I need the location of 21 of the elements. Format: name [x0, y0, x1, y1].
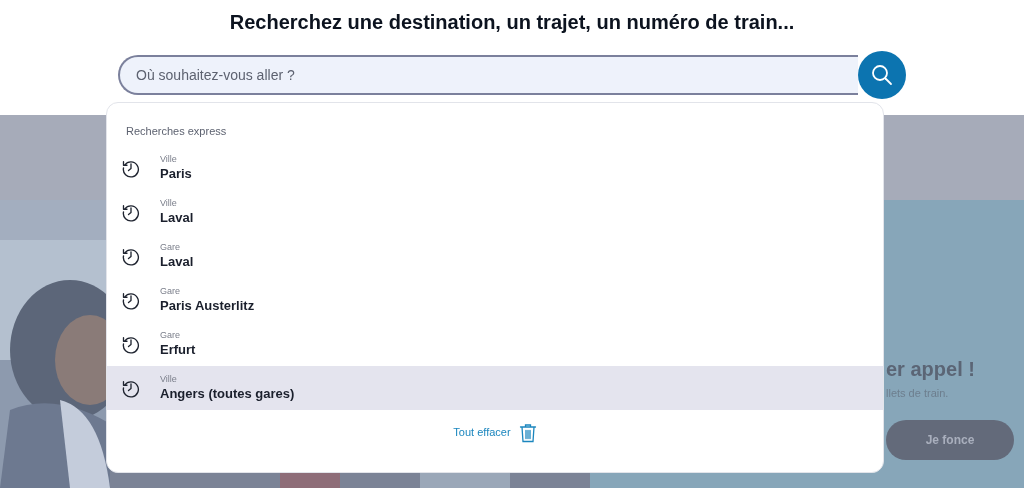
item-name: Erfurt — [160, 340, 196, 358]
search-button[interactable] — [858, 51, 906, 99]
page-heading: Recherchez une destination, un trajet, un numéro de train... — [229, 10, 795, 35]
item-name: Paris — [160, 164, 192, 182]
search-field[interactable]: Où souhaitez-vous aller ? — [118, 55, 858, 95]
item-name: Angers (toutes gares) — [160, 384, 295, 402]
item-name: Laval — [160, 252, 194, 270]
clear-all-link[interactable]: Tout effacer — [453, 424, 511, 441]
section-title: Recherches express — [126, 124, 227, 139]
item-category: Gare — [160, 329, 181, 341]
item-name: Paris Austerlitz — [160, 296, 255, 314]
suggestion-item[interactable]: Ville Angers (toutes gares) — [107, 365, 883, 410]
item-category: Gare — [160, 285, 181, 297]
promo-title: er appel ! — [886, 357, 976, 381]
search-icon — [870, 63, 894, 87]
item-category: Ville — [160, 373, 178, 385]
trash-icon[interactable] — [518, 422, 537, 443]
item-category: Gare — [160, 241, 181, 253]
item-category: Ville — [160, 153, 178, 165]
item-category: Ville — [160, 197, 178, 209]
item-name: Laval — [160, 208, 194, 226]
